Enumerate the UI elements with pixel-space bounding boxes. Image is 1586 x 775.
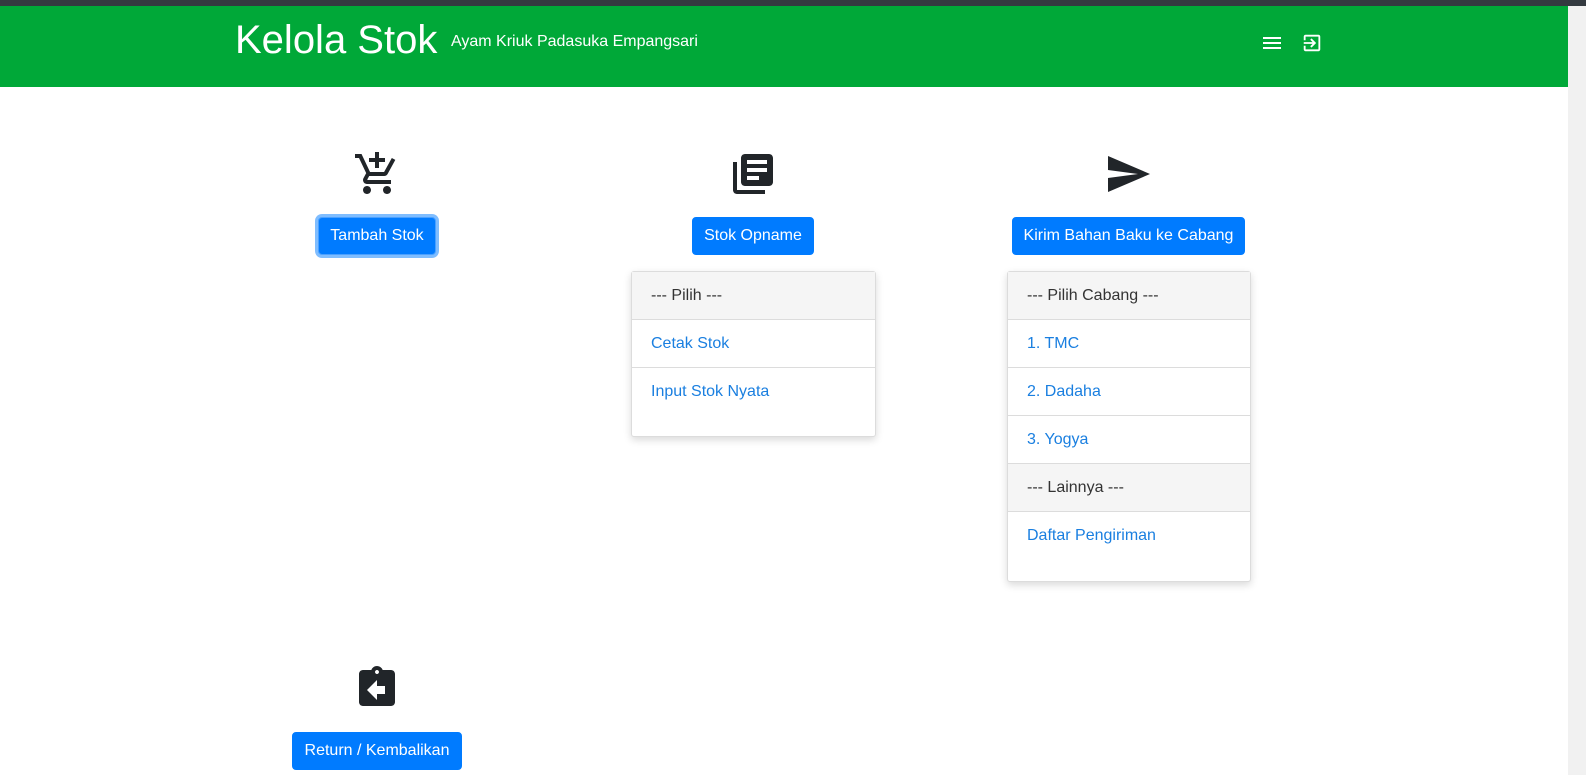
page-subtitle: Ayam Kriuk Padasuka Empangsari (451, 33, 698, 50)
assignment-return-icon (353, 664, 401, 712)
dropdown-header: --- Pilih --- (632, 272, 875, 320)
cabang-item-yogya[interactable]: 3. Yogya (1008, 416, 1250, 464)
cabang-item-tmc[interactable]: 1. TMC (1008, 320, 1250, 368)
cabang-item-dadaha[interactable]: 2. Dadaha (1008, 368, 1250, 416)
cetak-stok-item[interactable]: Cetak Stok (632, 320, 875, 368)
library-books-icon (729, 150, 777, 198)
logout-icon[interactable] (1299, 30, 1325, 56)
send-icon (1104, 150, 1152, 198)
kirim-cabang-dropdown: --- Pilih Cabang --- 1. TMC 2. Dadaha 3.… (1007, 271, 1251, 582)
stok-opname-button[interactable]: Stok Opname (692, 217, 814, 255)
dropdown-header-lainnya: --- Lainnya --- (1008, 464, 1250, 512)
vertical-scrollbar[interactable] (1568, 6, 1586, 775)
menu-icon[interactable] (1259, 30, 1285, 56)
dropdown-header: --- Pilih Cabang --- (1008, 272, 1250, 320)
input-stok-nyata-item[interactable]: Input Stok Nyata (632, 368, 875, 416)
page-title[interactable]: Kelola Stok (235, 16, 437, 64)
kirim-bahan-baku-button[interactable]: Kirim Bahan Baku ke Cabang (1012, 217, 1245, 255)
daftar-pengiriman-item[interactable]: Daftar Pengiriman (1008, 512, 1250, 560)
add-shopping-cart-icon (353, 150, 401, 198)
stok-opname-dropdown: --- Pilih --- Cetak Stok Input Stok Nyat… (631, 271, 876, 437)
tambah-stok-button[interactable]: Tambah Stok (318, 217, 436, 255)
return-kembalikan-button[interactable]: Return / Kembalikan (292, 732, 462, 770)
